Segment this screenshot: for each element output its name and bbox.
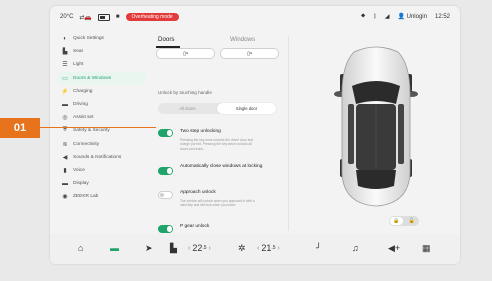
lock-icon: 🔒 (390, 217, 403, 225)
battery-icon (97, 13, 110, 21)
light-icon: ☰ (62, 62, 68, 69)
panel-divider (288, 36, 289, 231)
lock-toggle[interactable]: 🔒 🔓 (389, 216, 419, 226)
seat-heat-icon[interactable]: ▙ (170, 243, 177, 254)
wifi-icon: ≋ (62, 141, 68, 148)
car-status-icon: ⇄🚗 (79, 14, 92, 21)
signal-icon: ◢ (384, 14, 390, 20)
seat-right-icon[interactable]: ╯ (316, 243, 321, 254)
tab-windows[interactable]: Windows (230, 36, 255, 43)
two-step-toggle[interactable] (158, 129, 173, 137)
two-step-title: Two step unlocking (180, 129, 221, 134)
apps-grid-icon[interactable]: ▦ (422, 243, 431, 254)
sound-icon: ◀ (62, 154, 68, 161)
door-icon: ▭ (62, 75, 68, 82)
infotainment-screen: 20°C ⇄🚗 ■ Overheating mode ⬥ ᛒ ◢ 👤 Unlog… (50, 6, 460, 264)
two-step-desc: Pressing the key once unlocks the driver… (180, 138, 254, 151)
user-icon[interactable]: 👤 Unlogin (397, 13, 427, 20)
option-all-doors[interactable]: All doors (158, 103, 217, 114)
tab-bar: Doors Windows (150, 32, 285, 48)
car-icon[interactable]: ▬ (110, 243, 119, 253)
car-top-view-icon (334, 46, 418, 207)
p-gear-toggle[interactable] (158, 225, 173, 233)
doors-settings: ▯ᵃ ▯ᵃ Unlock by touching handle All door… (150, 48, 285, 234)
display-icon: ▬ (62, 180, 68, 187)
steering-icon: ▬ (62, 101, 68, 108)
temp-down-right-icon[interactable]: ‹ (257, 245, 259, 252)
alert-badge[interactable]: Overheating mode (125, 13, 179, 21)
sidebar-item-driving[interactable]: ▬ Driving (58, 98, 146, 111)
status-bar: 20°C ⇄🚗 ■ Overheating mode ⬥ ᛒ ◢ 👤 Unlog… (50, 6, 460, 28)
left-temp-control[interactable]: ‹ 22.5 › (186, 243, 213, 253)
volume-icon[interactable]: ◀+ (388, 243, 400, 254)
lab-icon: ◉ (62, 194, 68, 201)
right-temp-value: 21 (261, 243, 272, 253)
open-left-door-button[interactable]: ▯ᵃ (156, 48, 215, 59)
settings-sidebar: ◐ Quick Settings ▙ Seat ☰ Light ▭ Doors & Wi… (58, 32, 146, 203)
outside-temp: 20°C (60, 14, 74, 20)
sidebar-item-doors-windows[interactable]: ▭ Doors & Windows (58, 71, 146, 85)
bluetooth-icon: ᛒ (373, 13, 377, 20)
p-gear-title: P gear unlock (180, 224, 210, 229)
sidebar-item-charging[interactable]: ⚡ Charging (58, 85, 146, 98)
sidebar-item-voice[interactable]: ▮ Voice (58, 164, 146, 177)
open-right-door-button[interactable]: ▯ᵃ (220, 48, 279, 59)
music-icon[interactable]: ♫ (352, 243, 359, 253)
approach-title: Approach unlock (180, 190, 216, 195)
sidebar-item-light[interactable]: ☰ Light (58, 58, 146, 71)
record-icon: ■ (115, 14, 120, 20)
door-open-icon: ▯ᵃ (183, 50, 188, 57)
temp-down-left-icon[interactable]: ‹ (188, 245, 190, 252)
approach-unlock-toggle[interactable] (158, 191, 173, 199)
tab-doors[interactable]: Doors (158, 36, 175, 43)
option-single-door[interactable]: Single door (217, 103, 276, 114)
unlock-touch-title: Unlock by touching handle (158, 90, 212, 95)
user-label: Unlogin (406, 14, 427, 20)
seat-icon: ▙ (62, 49, 68, 56)
car-view: 🔒 🔓 (296, 34, 456, 230)
temp-up-right-icon[interactable]: › (278, 245, 280, 252)
door-open-icon: ▯ᵃ (247, 50, 252, 57)
rear-window (356, 170, 396, 189)
voice-icon: ▮ (63, 167, 67, 174)
location-icon: ⬥ (361, 13, 366, 19)
bottom-dock: ⌂ ▬ ➤ ▙ ‹ 22.5 › ✲ ‹ 21.5 › ╯ ♫ ◀+ ▦ (50, 234, 460, 264)
temp-up-left-icon[interactable]: › (209, 245, 211, 252)
shield-icon: ⛨ (62, 127, 68, 134)
home-icon[interactable]: ⌂ (78, 243, 83, 253)
sidebar-item-seat[interactable]: ▙ Seat (58, 45, 146, 58)
sidebar-item-connectivity[interactable]: ≋ Connectivity (58, 138, 146, 151)
clock: 12:52 (434, 13, 450, 20)
sidebar-item-assist[interactable]: ◎ Assist set (58, 111, 146, 124)
navigation-icon[interactable]: ➤ (145, 243, 153, 254)
callout-badge: 01 (0, 118, 40, 138)
approach-desc: The vehicle will unlock when you approac… (180, 199, 255, 208)
charging-icon: ⚡ (61, 88, 69, 95)
fan-icon[interactable]: ✲ (238, 243, 246, 254)
assist-icon: ◎ (62, 115, 68, 122)
sidebar-item-lab[interactable]: ◉ ZEEKR Lab (58, 190, 146, 203)
sidebar-item-display[interactable]: ▬ Display (58, 177, 146, 190)
unlock-mode-selector[interactable]: All doors Single door (158, 103, 276, 114)
windshield (352, 81, 400, 104)
auto-close-title: Automatically close windows at locking (180, 164, 263, 169)
unlock-icon: 🔓 (408, 218, 416, 224)
right-temp-control[interactable]: ‹ 21.5 › (255, 243, 282, 253)
sidebar-item-quick-settings[interactable]: ◐ Quick Settings (58, 32, 146, 45)
callout-line (40, 127, 156, 128)
toggle-icon: ◐ (63, 35, 67, 42)
sidebar-item-sounds[interactable]: ◀ Sounds & Notifications (58, 151, 146, 164)
auto-close-toggle[interactable] (158, 167, 173, 175)
left-temp-value: 22 (192, 243, 203, 253)
